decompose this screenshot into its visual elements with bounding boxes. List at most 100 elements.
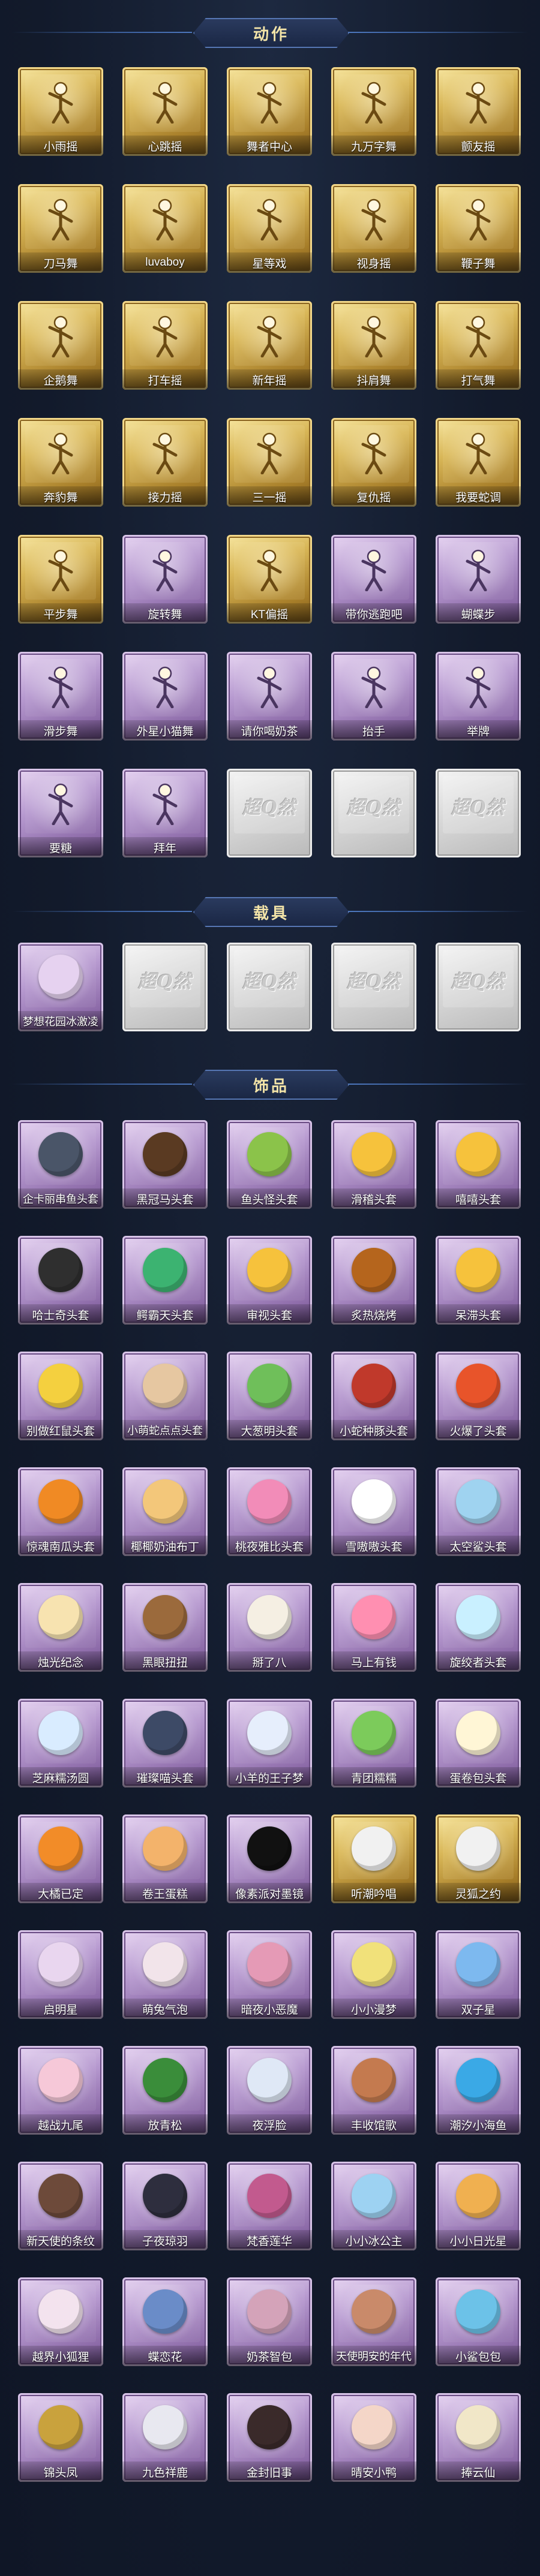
accessories-item-card[interactable]: 黑眼扭扭 xyxy=(122,1583,208,1672)
actions-item-card[interactable]: 刀马舞 xyxy=(18,184,103,273)
accessories-item-card[interactable]: 旋绞者头套 xyxy=(436,1583,521,1672)
accessories-item-card[interactable]: 像素派对墨镜 xyxy=(227,1814,312,1903)
accessories-item-card[interactable]: 芝麻糯汤圆 xyxy=(18,1699,103,1787)
actions-item-card[interactable]: 打气舞 xyxy=(436,301,521,390)
actions-item-card[interactable]: 举牌 xyxy=(436,652,521,741)
accessories-item-card[interactable]: 太空鲨头套 xyxy=(436,1467,521,1556)
accessories-item-card[interactable]: 桃夜雅比头套 xyxy=(227,1467,312,1556)
actions-item-card[interactable]: 奔豹舞 xyxy=(18,418,103,507)
accessories-item-card[interactable]: 嘻嘻头套 xyxy=(436,1120,521,1209)
accessories-item-card[interactable]: 马上有钱 xyxy=(331,1583,416,1672)
actions-item-card[interactable]: 我要蛇调 xyxy=(436,418,521,507)
accessories-item-card[interactable]: 捧云仙 xyxy=(436,2393,521,2482)
actions-item-card[interactable]: 企鹅舞 xyxy=(18,301,103,390)
accessories-item-card[interactable]: 雪嗷嗷头套 xyxy=(331,1467,416,1556)
actions-item-card[interactable]: 舞者中心 xyxy=(227,67,312,156)
accessories-item-card[interactable]: 梵香莲华 xyxy=(227,2162,312,2250)
actions-item-card[interactable]: 复仇摇 xyxy=(331,418,416,507)
accessories-item-card[interactable]: 夜浮脸 xyxy=(227,2046,312,2135)
accessories-item-card[interactable]: 惊魂南瓜头套 xyxy=(18,1467,103,1556)
accessories-item-card[interactable]: 小羊的王子梦 xyxy=(227,1699,312,1787)
accessories-item-card[interactable]: 滑稽头套 xyxy=(331,1120,416,1209)
accessories-item-card[interactable]: 椰椰奶油布丁 xyxy=(122,1467,208,1556)
actions-item-card[interactable]: KT偏摇 xyxy=(227,535,312,624)
accessories-item-card[interactable]: 小小漫梦 xyxy=(331,1930,416,2019)
accessories-item-card[interactable]: 哈士奇头套 xyxy=(18,1236,103,1325)
actions-item-card[interactable]: 蝴蝶步 xyxy=(436,535,521,624)
vehicles-item-card[interactable]: 超Q然 xyxy=(122,943,208,1031)
actions-item-card[interactable]: 超Q然 xyxy=(436,769,521,857)
actions-item-card[interactable]: 抬手 xyxy=(331,652,416,741)
actions-item-card[interactable]: 心跳摇 xyxy=(122,67,208,156)
actions-item-card[interactable]: 星等戏 xyxy=(227,184,312,273)
accessories-item-card[interactable]: 潮汐小海鱼 xyxy=(436,2046,521,2135)
actions-item-card[interactable]: 拜年 xyxy=(122,769,208,857)
accessories-item-card[interactable]: 双子星 xyxy=(436,1930,521,2019)
actions-item-card[interactable]: 抖肩舞 xyxy=(331,301,416,390)
accessories-item-card[interactable]: 小小冰公主 xyxy=(331,2162,416,2250)
vehicles-item-card[interactable]: 超Q然 xyxy=(331,943,416,1031)
accessories-item-card[interactable]: 越界小狐狸 xyxy=(18,2277,103,2366)
accessories-item-card[interactable]: 小蛇种豚头套 xyxy=(331,1352,416,1440)
accessories-item-card[interactable]: 烛光纪念 xyxy=(18,1583,103,1672)
actions-item-card[interactable]: 打车摇 xyxy=(122,301,208,390)
accessories-item-card[interactable]: 别做红鼠头套 xyxy=(18,1352,103,1440)
accessories-item-card[interactable]: 鱼头怪头套 xyxy=(227,1120,312,1209)
actions-item-card[interactable]: 要糖 xyxy=(18,769,103,857)
accessories-item-card[interactable]: 卷王蛋糕 xyxy=(122,1814,208,1903)
actions-item-card[interactable]: 外星小猫舞 xyxy=(122,652,208,741)
actions-item-card[interactable]: 带你逃跑吧 xyxy=(331,535,416,624)
accessories-item-card[interactable]: 黑冠马头套 xyxy=(122,1120,208,1209)
actions-item-card[interactable]: 新年摇 xyxy=(227,301,312,390)
vehicles-item-card[interactable]: 超Q然 xyxy=(227,943,312,1031)
actions-item-card[interactable]: 接力摇 xyxy=(122,418,208,507)
accessories-item-card[interactable]: 丰收馆歌 xyxy=(331,2046,416,2135)
accessories-item-card[interactable]: 天使明安的年代 xyxy=(331,2277,416,2366)
actions-item-card[interactable]: 九万字舞 xyxy=(331,67,416,156)
accessories-item-card[interactable]: 小鲨包包 xyxy=(436,2277,521,2366)
vehicles-item-card[interactable]: 超Q然 xyxy=(436,943,521,1031)
accessories-item-card[interactable]: 新天使的条纹 xyxy=(18,2162,103,2250)
accessories-item-card[interactable]: 听潮吟唱 xyxy=(331,1814,416,1903)
actions-item-card[interactable]: 三一摇 xyxy=(227,418,312,507)
actions-item-card[interactable]: 平步舞 xyxy=(18,535,103,624)
actions-item-card[interactable]: 视身摇 xyxy=(331,184,416,273)
accessories-item-card[interactable]: 璀璨喵头套 xyxy=(122,1699,208,1787)
accessories-item-card[interactable]: 小萌蛇点点头套 xyxy=(122,1352,208,1440)
accessories-item-card[interactable]: 萌兔气泡 xyxy=(122,1930,208,2019)
vehicles-item-card[interactable]: 梦想花园冰激凌 xyxy=(18,943,103,1031)
actions-item-card[interactable]: 小雨摇 xyxy=(18,67,103,156)
actions-item-card[interactable]: 滑步舞 xyxy=(18,652,103,741)
accessories-item-card[interactable]: 暗夜小恶魔 xyxy=(227,1930,312,2019)
actions-item-card[interactable]: 超Q然 xyxy=(227,769,312,857)
accessories-item-card[interactable]: 放青松 xyxy=(122,2046,208,2135)
accessories-item-card[interactable]: 大葱明头套 xyxy=(227,1352,312,1440)
accessories-item-card[interactable]: 奶茶智包 xyxy=(227,2277,312,2366)
accessories-item-card[interactable]: 小小日光星 xyxy=(436,2162,521,2250)
accessories-item-card[interactable]: 火爆了头套 xyxy=(436,1352,521,1440)
actions-item-card[interactable]: luvaboy xyxy=(122,184,208,273)
accessories-item-card[interactable]: 灵狐之约 xyxy=(436,1814,521,1903)
accessories-item-card[interactable]: 蝶恋花 xyxy=(122,2277,208,2366)
actions-item-card[interactable]: 颤友摇 xyxy=(436,67,521,156)
accessories-item-card[interactable]: 鳄霸天头套 xyxy=(122,1236,208,1325)
accessories-item-card[interactable]: 子夜琼羽 xyxy=(122,2162,208,2250)
accessories-item-card[interactable]: 掰了八 xyxy=(227,1583,312,1672)
accessories-item-card[interactable]: 晴安小鸭 xyxy=(331,2393,416,2482)
accessories-item-card[interactable]: 审视头套 xyxy=(227,1236,312,1325)
actions-item-card[interactable]: 超Q然 xyxy=(331,769,416,857)
actions-item-card[interactable]: 请你喝奶茶 xyxy=(227,652,312,741)
accessories-item-card[interactable]: 锦头凤 xyxy=(18,2393,103,2482)
accessories-item-card[interactable]: 企卡丽串鱼头套 xyxy=(18,1120,103,1209)
accessories-item-card[interactable]: 金封旧事 xyxy=(227,2393,312,2482)
actions-item-card[interactable]: 鞭子舞 xyxy=(436,184,521,273)
accessories-item-card[interactable]: 大橘已定 xyxy=(18,1814,103,1903)
accessories-item-card[interactable]: 启明星 xyxy=(18,1930,103,2019)
actions-item-card[interactable]: 旋转舞 xyxy=(122,535,208,624)
accessories-item-card[interactable]: 蛋卷包头套 xyxy=(436,1699,521,1787)
accessories-item-card[interactable]: 炙热烧烤 xyxy=(331,1236,416,1325)
accessories-item-card[interactable]: 呆滞头套 xyxy=(436,1236,521,1325)
accessories-item-card[interactable]: 青团糯糯 xyxy=(331,1699,416,1787)
accessories-item-card[interactable]: 越战九尾 xyxy=(18,2046,103,2135)
accessories-item-card[interactable]: 九色祥鹿 xyxy=(122,2393,208,2482)
